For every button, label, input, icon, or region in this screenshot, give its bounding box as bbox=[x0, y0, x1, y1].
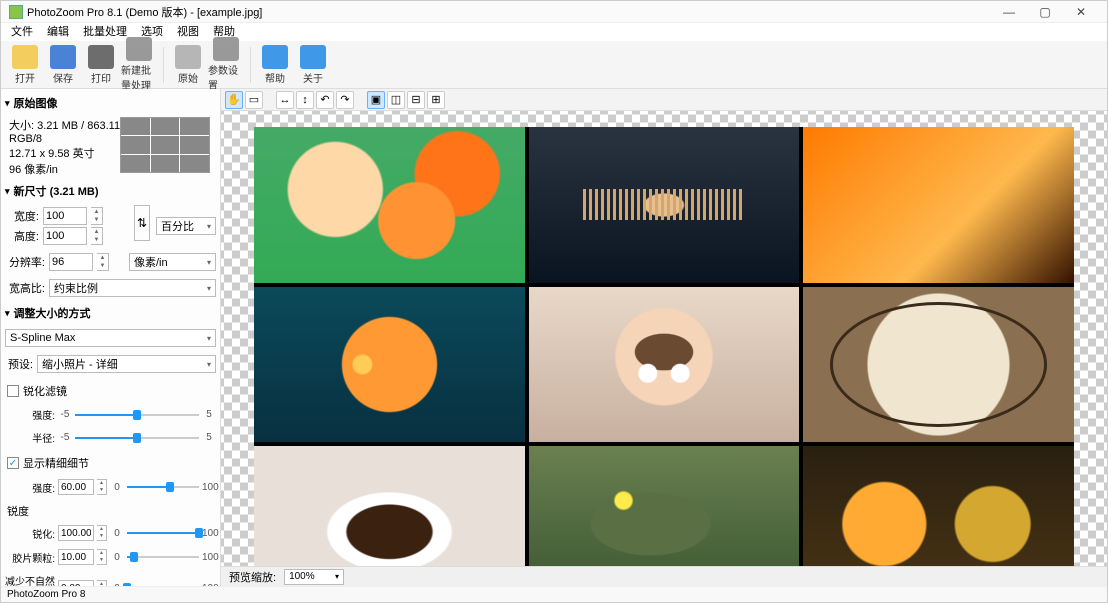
flip-h-icon[interactable]: ↔ bbox=[276, 91, 294, 109]
sharpen-check[interactable]: 锐化滤镜 bbox=[7, 383, 216, 399]
example-image bbox=[254, 127, 1074, 566]
res-input[interactable] bbox=[49, 253, 93, 271]
res-unit-combo[interactable]: 像素/in bbox=[129, 253, 216, 271]
thumbnail[interactable] bbox=[120, 117, 210, 173]
slider-track[interactable] bbox=[127, 480, 199, 494]
menubar: 文件 编辑 批量处理 选项 视图 帮助 bbox=[1, 23, 1107, 41]
print-icon bbox=[88, 45, 114, 69]
titlebar: PhotoZoom Pro 8.1 (Demo 版本) - [example.j… bbox=[1, 1, 1107, 23]
res-label: 分辨率: bbox=[5, 254, 45, 270]
params-button[interactable]: 参数设置 bbox=[208, 37, 244, 92]
maximize-button[interactable]: ▢ bbox=[1027, 5, 1063, 19]
height-spin[interactable]: ▲▼ bbox=[91, 227, 103, 245]
width-spin[interactable]: ▲▼ bbox=[91, 207, 103, 225]
toolbar-label: 参数设置 bbox=[208, 62, 244, 92]
help-button[interactable]: 帮助 bbox=[257, 45, 293, 85]
width-input[interactable] bbox=[43, 207, 87, 225]
app-icon bbox=[9, 5, 23, 19]
slider-label: 强度: bbox=[5, 407, 55, 422]
height-label: 高度: bbox=[5, 228, 39, 244]
close-button[interactable]: ✕ bbox=[1063, 5, 1099, 19]
slider-label: 锐化: bbox=[5, 526, 55, 541]
minimize-button[interactable]: — bbox=[991, 5, 1027, 19]
statusbar: 预览缩放: 100% bbox=[221, 566, 1107, 586]
sharpen-subheader: 锐度 bbox=[5, 501, 216, 519]
toolbar-label: 帮助 bbox=[265, 70, 285, 85]
footer: PhotoZoom Pro 8 bbox=[1, 586, 1107, 602]
menu-edit[interactable]: 编辑 bbox=[47, 23, 69, 41]
slider-label: 胶片颗粒: bbox=[5, 550, 55, 565]
slider-spin[interactable]: ▲▼ bbox=[97, 525, 107, 541]
height-input[interactable] bbox=[43, 227, 87, 245]
toolbar-label: 关于 bbox=[303, 70, 323, 85]
open-button[interactable]: 打开 bbox=[7, 45, 43, 85]
save-icon bbox=[50, 45, 76, 69]
orig-icon bbox=[175, 45, 201, 69]
view-toolbar: ✋ ▭ ↔ ↕ ↶ ↷ ▣ ◫ ⊟ ⊞ bbox=[221, 89, 1107, 111]
slider-track[interactable] bbox=[127, 550, 199, 564]
open-icon bbox=[12, 45, 38, 69]
aspect-combo[interactable]: 约束比例 bbox=[49, 279, 216, 297]
toolbar-label: 打开 bbox=[15, 70, 35, 85]
preset-label: 预设: bbox=[5, 356, 33, 372]
batch-button[interactable]: 新建批量处理 bbox=[121, 37, 157, 92]
aspect-label: 宽高比: bbox=[5, 280, 45, 296]
main-toolbar: 打开 保存 打印新建批量处理 原始参数设置 帮助 关于 bbox=[1, 41, 1107, 89]
slider-track[interactable] bbox=[127, 526, 199, 540]
print-button[interactable]: 打印 bbox=[83, 45, 119, 85]
toolbar-label: 原始 bbox=[178, 70, 198, 85]
zoom-label: 预览缩放: bbox=[229, 569, 276, 585]
slider-label: 半径: bbox=[5, 430, 55, 445]
method-combo[interactable]: S-Spline Max bbox=[5, 329, 216, 347]
section-resize-method[interactable]: 调整大小的方式 bbox=[5, 303, 216, 323]
slider-track[interactable] bbox=[75, 408, 199, 422]
about-icon bbox=[300, 45, 326, 69]
view-quad-icon[interactable]: ⊞ bbox=[427, 91, 445, 109]
orig-button[interactable]: 原始 bbox=[170, 45, 206, 85]
slider-value[interactable] bbox=[58, 549, 94, 565]
res-spin[interactable]: ▲▼ bbox=[97, 253, 109, 271]
preset-combo[interactable]: 缩小照片 - 详细 bbox=[37, 355, 216, 373]
width-label: 宽度: bbox=[5, 208, 39, 224]
rotate-cw-icon[interactable]: ↷ bbox=[336, 91, 354, 109]
view-split-v-icon[interactable]: ⊟ bbox=[407, 91, 425, 109]
slider-label: 减少不自然感: bbox=[5, 573, 55, 586]
flip-v-icon[interactable]: ↕ bbox=[296, 91, 314, 109]
detail-check[interactable]: ✓ 显示精细细节 bbox=[7, 455, 216, 471]
nav-rect-icon[interactable]: ▭ bbox=[245, 91, 263, 109]
section-newsize[interactable]: 新尺寸 (3.21 MB) bbox=[5, 181, 216, 201]
aspect-lock-icon[interactable]: ⇅ bbox=[134, 205, 150, 241]
help-icon bbox=[262, 45, 288, 69]
slider-spin[interactable]: ▲▼ bbox=[97, 479, 107, 495]
zoom-combo[interactable]: 100% bbox=[284, 569, 344, 585]
params-icon bbox=[213, 37, 239, 61]
checkbox-icon[interactable]: ✓ bbox=[7, 457, 19, 469]
left-panel: 原始图像 大小: 3.21 MB / 863.11 KB RGB/8 12.71… bbox=[1, 89, 221, 586]
toolbar-label: 打印 bbox=[91, 70, 111, 85]
toolbar-label: 新建批量处理 bbox=[121, 62, 157, 92]
size-unit-combo[interactable]: 百分比 bbox=[156, 217, 216, 235]
menu-file[interactable]: 文件 bbox=[11, 23, 33, 41]
slider-spin[interactable]: ▲▼ bbox=[97, 549, 107, 565]
about-button[interactable]: 关于 bbox=[295, 45, 331, 85]
save-button[interactable]: 保存 bbox=[45, 45, 81, 85]
rotate-ccw-icon[interactable]: ↶ bbox=[316, 91, 334, 109]
view-split-h-icon[interactable]: ◫ bbox=[387, 91, 405, 109]
slider-track[interactable] bbox=[75, 431, 199, 445]
slider-value[interactable] bbox=[58, 479, 94, 495]
preview-viewport[interactable] bbox=[221, 111, 1107, 566]
section-original[interactable]: 原始图像 bbox=[5, 93, 216, 113]
batch-icon bbox=[126, 37, 152, 61]
slider-value[interactable] bbox=[58, 525, 94, 541]
nav-hand-icon[interactable]: ✋ bbox=[225, 91, 243, 109]
view-single-icon[interactable]: ▣ bbox=[367, 91, 385, 109]
checkbox-icon[interactable] bbox=[7, 385, 19, 397]
menu-view[interactable]: 视图 bbox=[177, 23, 199, 41]
slider-track[interactable] bbox=[127, 581, 199, 586]
toolbar-label: 保存 bbox=[53, 70, 73, 85]
slider-label: 强度: bbox=[5, 480, 55, 495]
window-title: PhotoZoom Pro 8.1 (Demo 版本) - [example.j… bbox=[27, 4, 262, 20]
